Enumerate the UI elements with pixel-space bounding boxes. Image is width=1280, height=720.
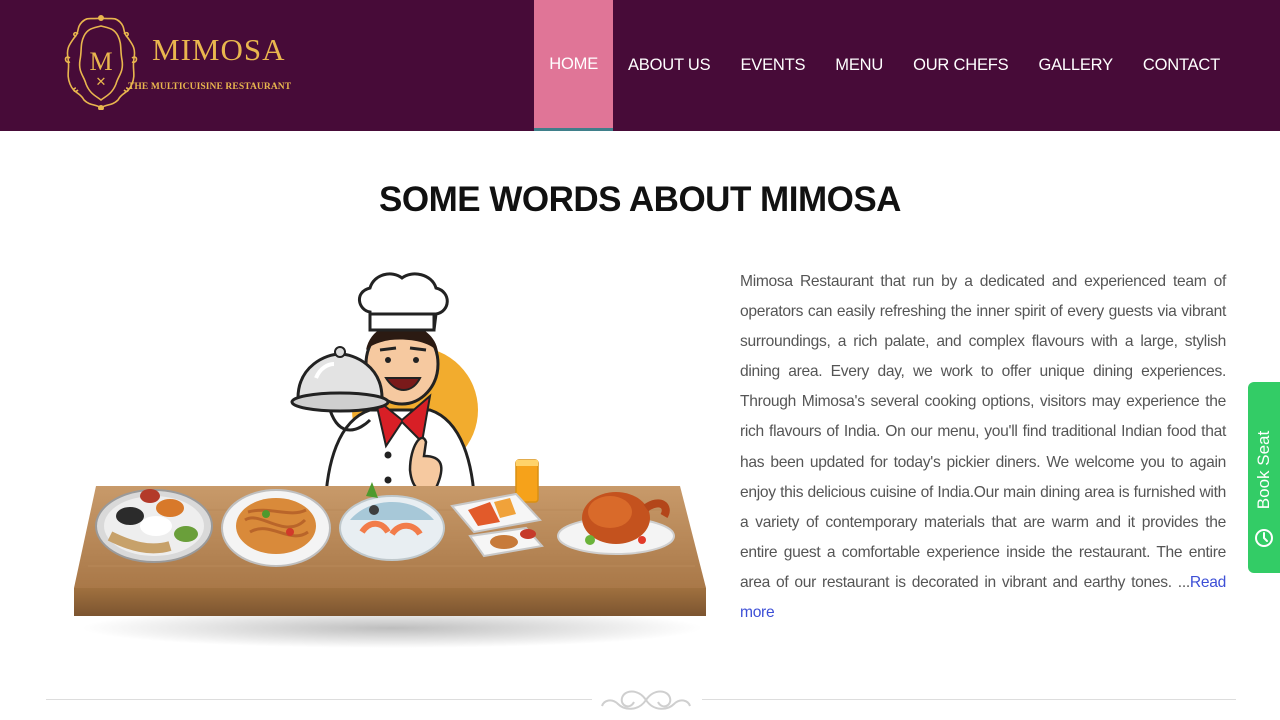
- nav-home[interactable]: HOME: [534, 0, 613, 131]
- nav-contact[interactable]: CONTACT: [1128, 0, 1235, 131]
- about-body: Mimosa Restaurant that run by a dedicate…: [740, 273, 1226, 591]
- divider-line-right: [702, 699, 1236, 700]
- chef-with-food-table-illustration: [74, 272, 706, 648]
- nav-gallery[interactable]: GALLERY: [1023, 0, 1127, 131]
- book-seat-button[interactable]: Book Seat: [1248, 382, 1280, 573]
- nav-about-us[interactable]: ABOUT US: [613, 0, 725, 131]
- divider-line-left: [46, 699, 592, 700]
- logo-monogram: M: [89, 47, 112, 76]
- site-header: M ✕ MIMOSA THE MULTICUISINE RESTAURANT H…: [0, 0, 1280, 131]
- nav-menu[interactable]: MENU: [820, 0, 898, 131]
- svg-text:✕: ✕: [96, 74, 107, 89]
- brand-name: MIMOSA: [152, 32, 286, 67]
- brand-tagline: THE MULTICUISINE RESTAURANT: [128, 82, 292, 92]
- clock-icon: [1255, 529, 1273, 547]
- nav-our-chefs[interactable]: OUR CHEFS: [898, 0, 1023, 131]
- section-title: SOME WORDS ABOUT MIMOSA: [379, 180, 901, 219]
- logo[interactable]: M ✕ MIMOSA THE MULTICUISINE RESTAURANT: [64, 14, 292, 110]
- ornament-flourish-icon: [601, 690, 691, 710]
- book-seat-label: Book Seat: [1254, 430, 1273, 510]
- logo-emblem-icon: M ✕: [64, 14, 138, 110]
- nav-events[interactable]: EVENTS: [725, 0, 820, 131]
- main-nav: HOME ABOUT US EVENTS MENU OUR CHEFS GALL…: [534, 0, 1235, 131]
- about-paragraph: Mimosa Restaurant that run by a dedicate…: [740, 267, 1226, 628]
